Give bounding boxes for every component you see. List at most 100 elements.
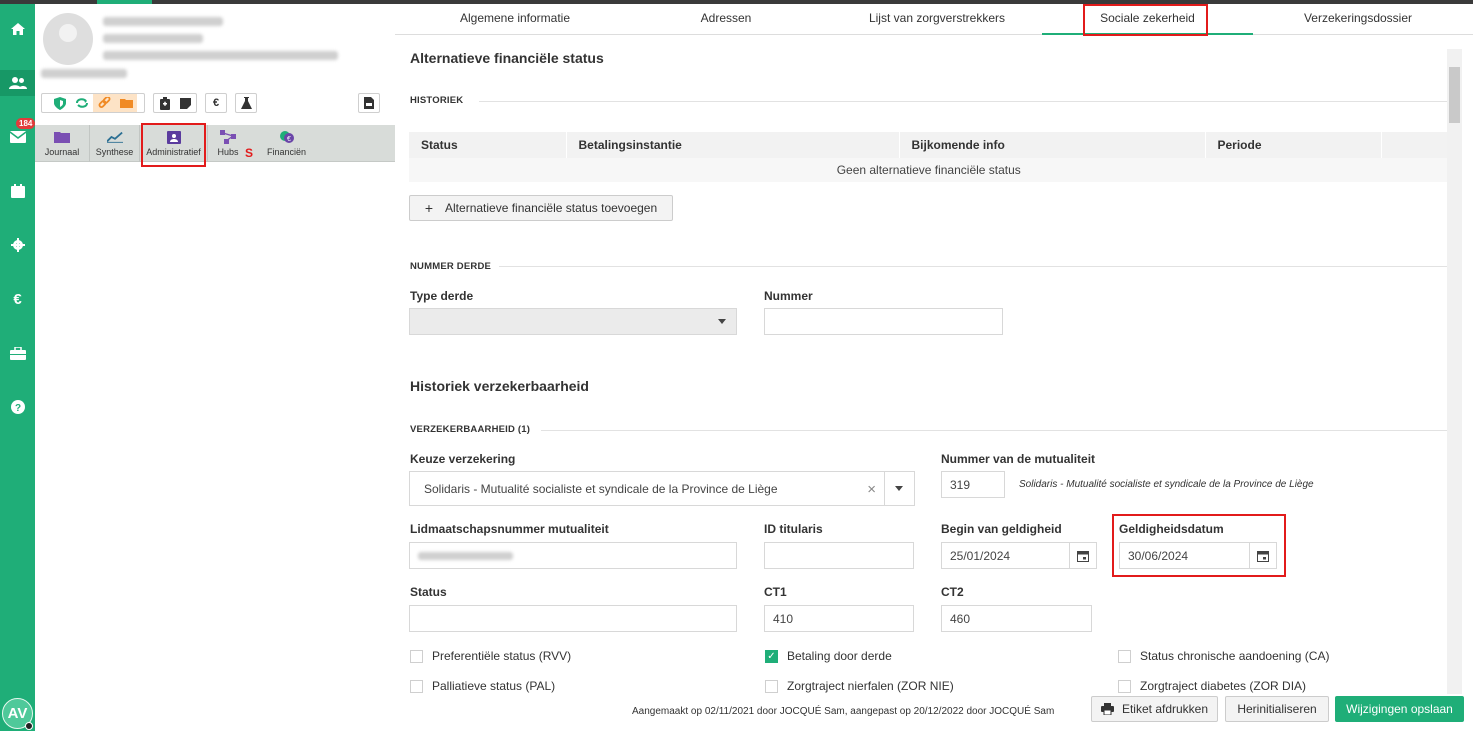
printer-icon — [1100, 703, 1114, 715]
type-derde-label: Type derde — [410, 289, 474, 303]
dropdown-toggle[interactable] — [884, 472, 914, 505]
audit-info: Aangemaakt op 02/11/2021 door JOCQUÉ Sam… — [632, 706, 1055, 717]
patient-address-redacted — [103, 51, 338, 60]
print-label-button[interactable]: Etiket afdrukken — [1091, 696, 1218, 722]
clear-icon[interactable]: × — [867, 481, 876, 498]
sync-icon[interactable] — [71, 94, 93, 112]
checkbox-box[interactable] — [765, 679, 778, 693]
main-content: Algemene informatie Adressen Lijst van z… — [395, 4, 1473, 731]
ct2-input[interactable]: 460 — [941, 605, 1092, 632]
calendar-icon[interactable] — [1069, 543, 1096, 568]
patient-tab-label: Financiën — [266, 147, 307, 157]
chevron-down-icon — [718, 319, 726, 324]
link-icon[interactable] — [93, 94, 115, 112]
checkbox-box[interactable] — [1118, 679, 1131, 693]
section-title-alt-status: Alternatieve financiële status — [410, 50, 604, 66]
col-bijkomende-info[interactable]: Bijkomende info — [899, 132, 1206, 158]
messages-badge: 184 — [16, 118, 36, 129]
add-alt-status-button[interactable]: + Alternatieve financiële status toevoeg… — [409, 195, 673, 221]
help-icon[interactable]: ? — [0, 394, 35, 420]
patient-extra-redacted — [41, 69, 127, 78]
col-status[interactable]: Status — [409, 132, 567, 158]
mutualiteit-name: Solidaris - Mutualité socialiste et synd… — [1019, 479, 1314, 490]
divider — [499, 266, 1449, 267]
patient-id-redacted — [103, 34, 203, 43]
status-dot — [25, 722, 33, 730]
ct2-value: 460 — [950, 611, 971, 626]
checkbox-pal[interactable]: Palliatieve status (PAL) — [410, 679, 555, 693]
hubs-status-marker: S — [245, 146, 254, 160]
print-label: Etiket afdrukken — [1121, 702, 1209, 716]
keuze-verzekering-select[interactable]: Solidaris - Mutualité socialiste et synd… — [409, 471, 915, 506]
section-title-verzekerbaarheid: Historiek verzekerbaarheid — [410, 378, 589, 394]
billing-icon[interactable]: € — [205, 93, 227, 113]
patient-toolbar-group-1 — [41, 93, 145, 113]
scrollbar[interactable] — [1447, 49, 1462, 694]
folder-icon — [54, 130, 70, 144]
keuze-verzekering-label: Keuze verzekering — [410, 452, 516, 466]
checkbox-box[interactable] — [410, 649, 423, 663]
patients-icon[interactable] — [0, 70, 35, 96]
type-derde-select[interactable] — [409, 308, 737, 335]
home-icon[interactable] — [0, 16, 35, 42]
checkbox-box[interactable] — [410, 679, 423, 693]
record-tabs: Algemene informatie Adressen Lijst van z… — [395, 4, 1473, 35]
nummer-label: Nummer — [764, 289, 813, 303]
alt-status-table: Status Betalingsinstantie Bijkomende inf… — [409, 132, 1449, 182]
status-input[interactable] — [409, 605, 737, 632]
calendar-icon[interactable] — [0, 178, 35, 204]
lidmaatschap-redacted — [418, 551, 513, 560]
checkbox-box[interactable] — [1118, 649, 1131, 663]
checkbox-betaling-derde[interactable]: ✓ Betaling door derde — [765, 649, 892, 663]
messages-icon[interactable]: 184 — [0, 118, 36, 150]
check-icon[interactable]: ✓ — [765, 649, 778, 663]
col-periode[interactable]: Periode — [1205, 132, 1382, 158]
id-titularis-input[interactable] — [764, 542, 914, 569]
checkbox-ca[interactable]: Status chronische aandoening (CA) — [1118, 649, 1329, 663]
checkbox-zor-nie[interactable]: Zorgtraject nierfalen (ZOR NIE) — [765, 679, 954, 693]
lidmaatschap-input[interactable] — [409, 542, 737, 569]
patient-tab-synthese[interactable]: Synthese — [90, 125, 140, 162]
tab-adressen[interactable]: Adressen — [620, 4, 832, 35]
checkbox-zor-dia[interactable]: Zorgtraject diabetes (ZOR DIA) — [1118, 679, 1306, 693]
patient-tab-financien[interactable]: € Financiën — [259, 125, 314, 162]
folder-icon[interactable] — [115, 94, 137, 112]
begin-geldigheid-input[interactable]: 25/01/2024 — [941, 542, 1097, 569]
euro-icon[interactable]: € — [0, 286, 35, 312]
scrollbar-thumb[interactable] — [1449, 67, 1460, 123]
tab-zorgverstrekkers[interactable]: Lijst van zorgverstrekkers — [832, 4, 1042, 35]
col-betalingsinstantie[interactable]: Betalingsinstantie — [566, 132, 900, 158]
checkbox-label: Status chronische aandoening (CA) — [1140, 649, 1330, 663]
ct1-input[interactable]: 410 — [764, 605, 914, 632]
patient-tab-label: Synthese — [95, 147, 134, 157]
finance-icon: € — [279, 130, 295, 144]
lab-flask-icon[interactable] — [235, 93, 257, 113]
patient-tab-label: Hubs — [217, 147, 239, 157]
gear-icon[interactable] — [0, 232, 35, 258]
shield-icon[interactable] — [49, 94, 71, 112]
checkbox-label: Palliatieve status (PAL) — [432, 679, 556, 693]
checkbox-rvv[interactable]: Preferentiële status (RVV) — [410, 649, 571, 663]
patient-tab-hubs[interactable]: Hubs — [208, 125, 248, 162]
col-actions — [1381, 132, 1449, 158]
save-button[interactable]: Wijzigingen opslaan — [1335, 696, 1464, 722]
lidmaatschap-label: Lidmaatschapsnummer mutualiteit — [410, 522, 609, 536]
reset-button[interactable]: Herinitialiseren — [1225, 696, 1329, 722]
toolbox-icon[interactable] — [0, 340, 35, 366]
ct1-value: 410 — [773, 611, 794, 626]
keuze-verzekering-value: Solidaris - Mutualité socialiste et synd… — [424, 481, 778, 496]
plus-icon: + — [424, 200, 434, 216]
checkbox-label: Zorgtraject nierfalen (ZOR NIE) — [787, 679, 954, 693]
patient-tab-label: Journaal — [44, 147, 80, 157]
nummer-input[interactable] — [764, 308, 1003, 335]
patient-tab-journaal[interactable]: Journaal — [35, 125, 90, 162]
tab-algemene-informatie[interactable]: Algemene informatie — [410, 4, 620, 35]
verzekerbaarheid-heading: VERZEKERBAARHEID (1) — [410, 424, 531, 435]
note-icon[interactable] — [175, 94, 196, 112]
mutualiteit-input[interactable]: 319 — [941, 471, 1005, 498]
tab-verzekeringsdossier[interactable]: Verzekeringsdossier — [1253, 4, 1463, 35]
nummer-derde-heading: NUMMER DERDE — [410, 261, 492, 272]
form-area: Alternatieve financiële status HISTORIEK… — [409, 35, 1449, 695]
clipboard-icon[interactable] — [154, 94, 175, 112]
pdf-icon[interactable] — [358, 93, 380, 113]
